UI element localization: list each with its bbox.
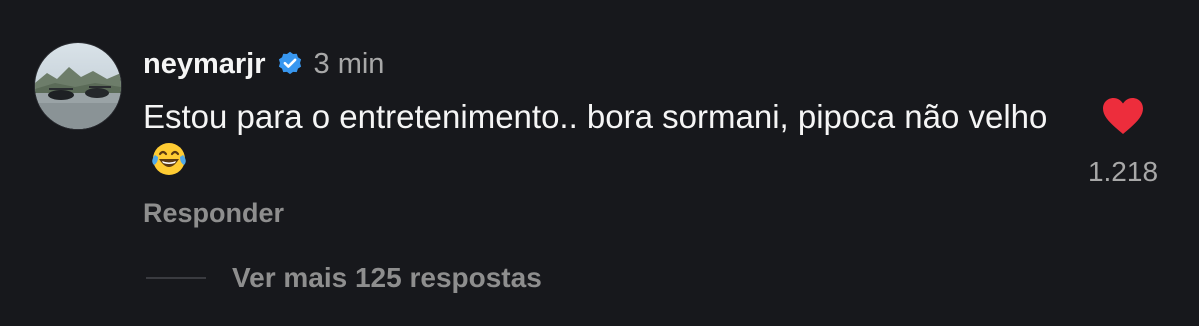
comment-timestamp: 3 min: [313, 47, 385, 80]
reply-button[interactable]: Responder: [143, 198, 284, 229]
avatar[interactable]: [34, 42, 122, 130]
comment-header: neymarjr 3 min: [143, 44, 384, 84]
view-more-replies-label: Ver mais 125 respostas: [232, 262, 542, 293]
comment-text: Estou para o entretenimento.. bora sorma…: [143, 98, 1048, 135]
heart-icon[interactable]: [1101, 96, 1145, 136]
avatar-image: [35, 43, 121, 129]
face-with-tears-of-joy-icon: [149, 139, 189, 179]
verified-badge-icon: [276, 50, 304, 78]
like-count: 1.218: [1087, 156, 1159, 187]
replies-divider: [146, 277, 206, 279]
view-more-replies-button[interactable]: Ver mais 125 respostas: [146, 262, 542, 294]
username[interactable]: neymarjr: [143, 48, 266, 81]
like-area: 1.218: [1080, 96, 1166, 188]
comment-body: Estou para o entretenimento.. bora sorma…: [143, 95, 1073, 184]
